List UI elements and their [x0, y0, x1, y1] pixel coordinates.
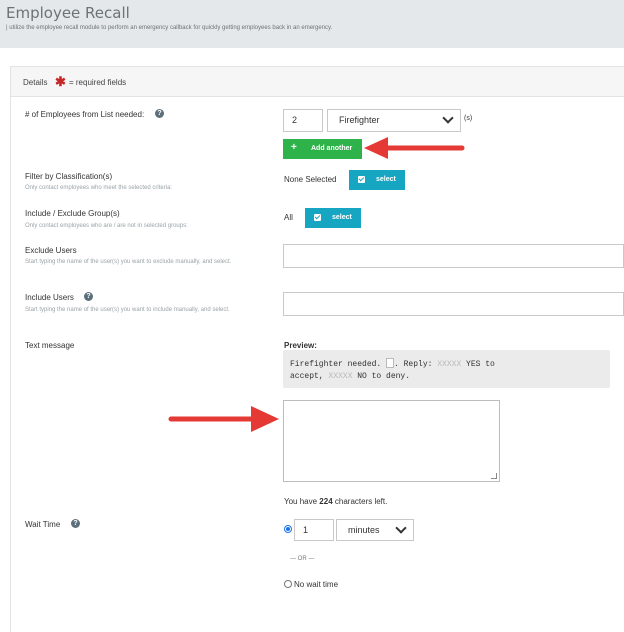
groups-label: Include / Exclude Group(s)	[25, 209, 120, 218]
classification-label: Filter by Classification(s)	[25, 172, 113, 181]
wait-time-label: Wait Time	[25, 520, 61, 529]
groups-select-label: select	[332, 214, 352, 221]
plural-suffix: (s)	[464, 115, 473, 122]
plus-icon: +	[291, 142, 297, 153]
no-wait-time-label[interactable]: No wait time	[294, 580, 338, 589]
resize-handle-icon[interactable]	[491, 473, 497, 479]
required-fields-note: = required fields	[69, 78, 127, 87]
preview-text-mid: . Reply:	[394, 360, 438, 369]
preview-text-start: Firefighter needed.	[290, 360, 387, 369]
classification-select-label: select	[376, 176, 396, 183]
add-another-label: Add another	[311, 145, 353, 152]
checkbox-icon	[358, 176, 365, 183]
employees-needed-label: # of Employees from List needed:	[25, 110, 145, 119]
help-icon[interactable]: ?	[155, 109, 164, 118]
chars-prefix: You have	[284, 497, 320, 506]
chevron-down-icon	[395, 522, 407, 534]
exclude-users-label: Exclude Users	[25, 246, 77, 255]
page-header: Employee Recall | utilize the employee r…	[0, 0, 624, 48]
annotation-arrow-left	[364, 137, 465, 159]
help-icon[interactable]: ?	[84, 292, 93, 301]
wait-time-radio[interactable]	[284, 525, 292, 533]
required-star-icon: ✱	[55, 74, 66, 89]
wait-time-input[interactable]: 1	[294, 519, 334, 541]
classification-help: Only contact employees who meet the sele…	[25, 185, 173, 191]
text-message-textarea[interactable]	[283, 400, 500, 482]
wait-time-unit-value: minutes	[348, 525, 380, 535]
employee-count-input[interactable]: 2	[283, 109, 323, 132]
or-divider: — OR —	[290, 556, 315, 562]
groups-help: Only contact employees who are / are not…	[25, 223, 188, 229]
preview-label: Preview:	[284, 341, 317, 350]
exclude-users-input[interactable]	[283, 244, 624, 268]
help-icon[interactable]: ?	[71, 519, 80, 528]
groups-value: All	[284, 213, 293, 222]
preview-text-no: NO to deny.	[352, 372, 411, 381]
checkbox-icon	[314, 214, 321, 221]
position-select-value: Firefighter	[339, 115, 380, 125]
add-another-button[interactable]: + Add another	[283, 139, 362, 159]
classification-select-button[interactable]: select	[349, 170, 405, 190]
preview-placeholder-blank	[386, 358, 395, 368]
classification-value: None Selected	[284, 175, 337, 184]
preview-masked-code: XXXXX	[437, 360, 462, 369]
annotation-arrow-right	[168, 406, 279, 432]
page-subtitle: | utilize the employee recall module to …	[6, 25, 333, 31]
include-users-input[interactable]	[283, 292, 624, 316]
chevron-down-icon	[442, 112, 454, 124]
no-wait-time-radio[interactable]	[284, 580, 292, 588]
message-preview: Firefighter needed. . Reply: XXXXX YES t…	[283, 350, 610, 388]
chars-suffix: characters left.	[332, 497, 388, 506]
preview-text-yes: YES to	[461, 360, 495, 369]
characters-left-note: You have 224 characters left.	[284, 497, 387, 506]
chars-left-count: 224	[319, 497, 333, 506]
preview-text-accept: accept,	[290, 372, 329, 381]
include-users-label: Include Users	[25, 293, 74, 302]
exclude-users-help: Start typing the name of the user(s) you…	[25, 259, 232, 265]
preview-masked-code: XXXXX	[328, 372, 353, 381]
wait-time-unit-select[interactable]: minutes	[336, 519, 414, 541]
details-panel-header: Details ✱ = required fields	[11, 67, 624, 97]
page-title: Employee Recall	[6, 4, 130, 22]
position-select[interactable]: Firefighter	[327, 109, 461, 132]
groups-select-button[interactable]: select	[305, 208, 361, 228]
include-users-help: Start typing the name of the user(s) you…	[25, 307, 230, 313]
details-label: Details	[23, 78, 48, 87]
text-message-label: Text message	[25, 341, 75, 350]
